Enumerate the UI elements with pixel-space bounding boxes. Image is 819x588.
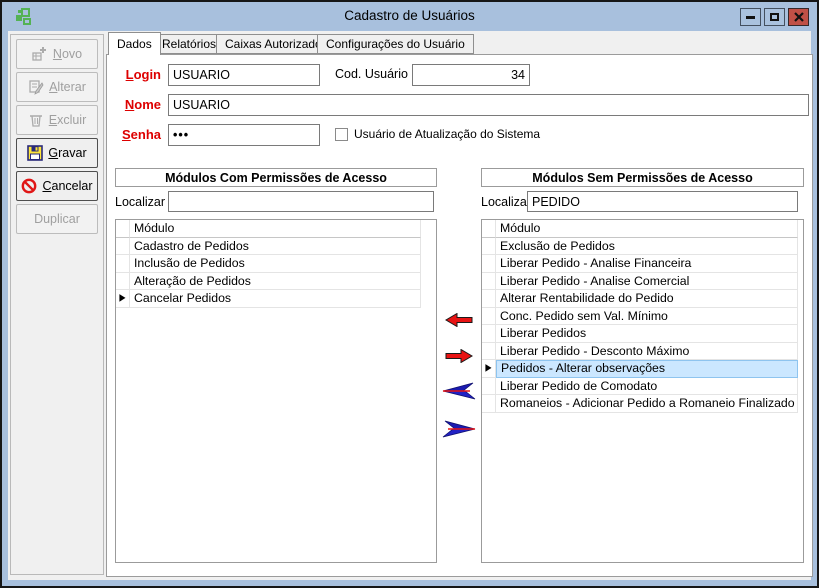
cancelar-label: Cancelar — [42, 179, 92, 193]
list-row[interactable]: Liberar Pedido de Comodato — [482, 378, 803, 396]
tab-configuracoes-label: Configurações do Usuário — [326, 37, 465, 51]
client-area: Novo Alterar Excluir — [8, 31, 811, 580]
modulos-com-permissoes-header: Módulos Com Permissões de Acesso — [115, 168, 437, 187]
list-row[interactable]: Liberar Pedido - Analise Financeira — [482, 255, 803, 273]
tabpage-dados: Login Cod. Usuário Nome Senha Usuário de… — [106, 54, 813, 577]
list-left-column-header: Módulo — [130, 220, 421, 238]
list-row[interactable]: Exclusão de Pedidos — [482, 238, 803, 256]
delete-icon — [28, 112, 44, 128]
cancel-icon — [21, 178, 37, 194]
novo-label: Novo — [53, 47, 82, 61]
login-input[interactable] — [168, 64, 320, 86]
list-left-gutter — [116, 220, 130, 238]
close-button[interactable] — [788, 8, 809, 26]
minimize-button[interactable] — [740, 8, 761, 26]
blue-arrow-left-icon — [442, 381, 476, 401]
maximize-button[interactable] — [764, 8, 785, 26]
tab-dados-label: Dados — [117, 37, 152, 51]
close-icon — [794, 12, 804, 22]
gravar-button[interactable]: Gravar — [16, 138, 98, 168]
localizar-right-input[interactable] — [527, 191, 798, 212]
list-left-header-row: Módulo — [116, 220, 436, 238]
gravar-label: Gravar — [48, 146, 86, 160]
minimize-icon — [746, 16, 755, 19]
cod-usuario-label: Cod. Usuário — [335, 67, 408, 81]
tab-strip: Dados Relatórios Caixas Autorizados Conf… — [106, 32, 811, 56]
list-row[interactable]: Alteração de Pedidos — [116, 273, 436, 291]
list-row[interactable]: Romaneios - Adicionar Pedido a Romaneio … — [482, 395, 803, 413]
current-row-marker-icon: ▶ — [485, 363, 491, 373]
nome-input[interactable] — [168, 94, 809, 116]
modulos-sem-permissoes-list[interactable]: Módulo Exclusão de Pedidos Liberar Pedid… — [481, 219, 804, 563]
list-row[interactable]: Liberar Pedido - Desconto Máximo — [482, 343, 803, 361]
senha-input[interactable] — [168, 124, 320, 146]
list-right-column-header: Módulo — [496, 220, 798, 238]
list-right-header-row: Módulo — [482, 220, 803, 238]
cancelar-button[interactable]: Cancelar — [16, 171, 98, 201]
list-row[interactable]: Liberar Pedidos — [482, 325, 803, 343]
duplicar-label: Duplicar — [34, 212, 80, 226]
novo-button[interactable]: Novo — [16, 39, 98, 69]
list-row[interactable]: Liberar Pedido - Analise Comercial — [482, 273, 803, 291]
save-icon — [27, 145, 43, 161]
usuario-atualizacao-label: Usuário de Atualização do Sistema — [354, 127, 540, 141]
list-row-selected[interactable]: ▶ Pedidos - Alterar observações — [482, 360, 803, 378]
alterar-button[interactable]: Alterar — [16, 72, 98, 102]
tab-relatorios[interactable]: Relatórios — [153, 34, 225, 54]
usuario-atualizacao-checkbox[interactable] — [335, 128, 348, 141]
localizar-right-label: Localizar — [481, 195, 531, 209]
blue-arrow-right-icon — [442, 419, 476, 439]
current-row-marker-icon: ▶ — [119, 293, 125, 303]
move-all-left-button[interactable] — [441, 380, 477, 402]
tab-configuracoes-do-usuario[interactable]: Configurações do Usuário — [317, 34, 474, 54]
red-arrow-left-icon — [445, 313, 473, 327]
list-row[interactable]: Cadastro de Pedidos — [116, 238, 436, 256]
edit-icon — [28, 79, 44, 95]
red-arrow-right-icon — [445, 349, 473, 363]
list-row[interactable]: Conc. Pedido sem Val. Mínimo — [482, 308, 803, 326]
new-record-icon — [32, 46, 48, 62]
tab-dados[interactable]: Dados — [108, 32, 161, 55]
move-selected-left-button[interactable] — [441, 309, 477, 331]
titlebar[interactable]: Cadastro de Usuários — [2, 2, 817, 31]
alterar-label: Alterar — [49, 80, 86, 94]
move-selected-right-button[interactable] — [441, 345, 477, 367]
localizar-left-input[interactable] — [168, 191, 434, 212]
cadastro-de-usuarios-window: Cadastro de Usuários Novo — [0, 0, 819, 588]
cod-usuario-input[interactable] — [412, 64, 530, 86]
list-row-current[interactable]: ▶ Cancelar Pedidos — [116, 290, 436, 308]
list-row[interactable]: Alterar Rentabilidade do Pedido — [482, 290, 803, 308]
sidebar: Novo Alterar Excluir — [10, 34, 104, 575]
window-title: Cadastro de Usuários — [2, 8, 817, 23]
login-label: Login — [109, 67, 161, 82]
modulos-com-permissoes-list[interactable]: Módulo Cadastro de Pedidos Inclusão de P… — [115, 219, 437, 563]
duplicar-button[interactable]: Duplicar — [16, 204, 98, 234]
nome-label: Nome — [109, 97, 161, 112]
excluir-label: Excluir — [49, 113, 87, 127]
modulos-sem-permissoes-header: Módulos Sem Permissões de Acesso — [481, 168, 804, 187]
localizar-left-label: Localizar — [115, 195, 165, 209]
tab-caixas-autorizados-label: Caixas Autorizados — [225, 37, 328, 51]
maximize-icon — [770, 13, 779, 21]
move-all-right-button[interactable] — [441, 418, 477, 440]
excluir-button[interactable]: Excluir — [16, 105, 98, 135]
tab-relatorios-label: Relatórios — [162, 37, 216, 51]
senha-label: Senha — [109, 127, 161, 142]
list-row[interactable]: Inclusão de Pedidos — [116, 255, 436, 273]
